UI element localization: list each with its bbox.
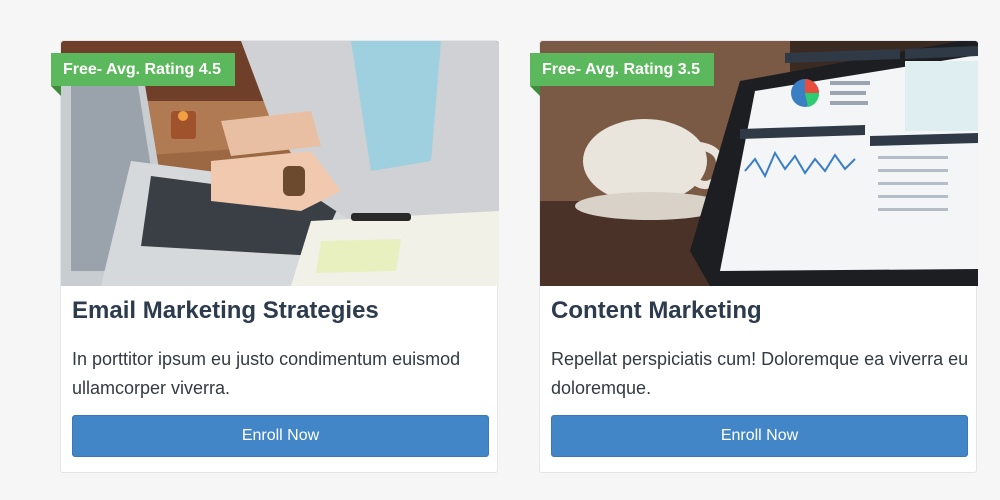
course-card: Free- Avg. Rating 4.5 Email Marketing St… [51,40,499,473]
course-description: Repellat perspiciatis cum! Doloremque ea… [551,349,969,398]
course-title: Email Marketing Strategies [72,297,379,324]
enroll-now-button[interactable]: Enroll Now [72,415,489,457]
rating-badge: Free- Avg. Rating 4.5 [51,53,235,96]
enroll-now-button[interactable]: Enroll Now [551,415,968,457]
course-title: Content Marketing [551,297,762,324]
course-description: In porttitor ipsum eu justo condimentum … [72,349,461,398]
course-card: Free- Avg. Rating 3.5 Content Marketing … [530,40,978,473]
course-list: Free- Avg. Rating 4.5 Email Marketing St… [0,0,1000,500]
rating-badge: Free- Avg. Rating 3.5 [530,53,714,96]
